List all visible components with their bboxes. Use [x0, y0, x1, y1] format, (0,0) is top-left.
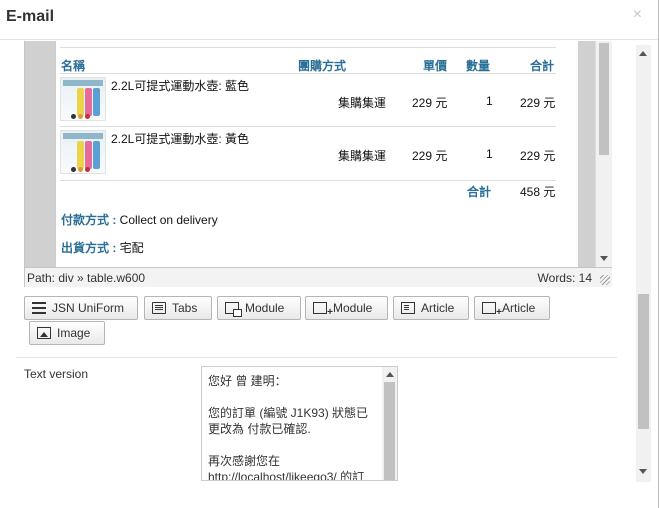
- button-label: JSN UniForm: [52, 301, 125, 315]
- divider: [60, 73, 556, 74]
- text-version-textarea[interactable]: 您好 曾 建明： 您的訂單 (編號 J1K93) 狀態已更改為 付款已確認. 再…: [201, 366, 398, 481]
- item-total: 229 元: [520, 96, 556, 110]
- button-label: Article: [421, 301, 455, 315]
- text-version-label: Text version: [24, 367, 89, 381]
- image-button[interactable]: Image: [29, 321, 105, 345]
- header-shipping: 團購方式: [298, 59, 347, 73]
- image-icon: [37, 327, 51, 339]
- list-icon: [32, 302, 46, 314]
- textarea-scrollbar[interactable]: [382, 367, 397, 480]
- rich-text-editor[interactable]: 名稱 團購方式 單價 數量 合計 2.2L可提式運動水壺: 藍色 集購集運 22…: [24, 41, 612, 287]
- editor-frame: 名稱 團購方式 單價 數量 合計 2.2L可提式運動水壺: 藍色 集購集運 22…: [25, 41, 595, 267]
- product-thumbnail: [60, 130, 106, 174]
- word-count: Words: 14: [537, 271, 592, 285]
- scrollbar-thumb[interactable]: [384, 382, 395, 480]
- product-thumbnail: [60, 77, 106, 121]
- text-version-content[interactable]: 您好 曾 建明： 您的訂單 (編號 J1K93) 狀態已更改為 付款已確認. 再…: [208, 373, 378, 480]
- item-price: 229 元: [412, 149, 448, 163]
- header-qty: 數量: [466, 59, 491, 73]
- delivery-value: 宅配: [116, 241, 144, 255]
- add-module-icon: [313, 302, 333, 318]
- button-label: Module: [245, 301, 285, 315]
- jsn-uniform-button[interactable]: JSN UniForm: [24, 296, 138, 320]
- delivery-method: 出貨方式 : 宅配: [61, 239, 144, 256]
- scrollbar-thumb[interactable]: [638, 294, 649, 429]
- modal-body: 名稱 團購方式 單價 數量 合計 2.2L可提式運動水壺: 藍色 集購集運 22…: [0, 41, 636, 481]
- article-icon: [401, 302, 415, 314]
- modal-title: E-mail: [6, 8, 55, 25]
- delivery-label: 出貨方式 :: [61, 241, 117, 255]
- add-module-button[interactable]: Module: [305, 296, 388, 320]
- scroll-down-arrow-icon[interactable]: [639, 469, 647, 474]
- divider: [60, 126, 556, 127]
- scrollbar-thumb[interactable]: [599, 43, 609, 155]
- article-button[interactable]: Article: [393, 296, 469, 320]
- email-modal: E-mail × 名稱 團購方式 單價 數量 合計 2.2L可提式運動水壺: 藍…: [0, 0, 659, 508]
- item-qty: 1: [486, 147, 493, 161]
- button-label: Module: [333, 301, 373, 315]
- header-name: 名稱: [61, 59, 86, 73]
- scroll-up-arrow-icon[interactable]: [386, 372, 394, 377]
- scroll-up-arrow-icon[interactable]: [639, 51, 647, 56]
- divider: [16, 357, 617, 358]
- item-qty: 1: [486, 94, 493, 108]
- tabs-button[interactable]: Tabs: [144, 296, 212, 320]
- element-path[interactable]: Path: div » table.w600: [27, 271, 145, 285]
- item-total: 229 元: [520, 149, 556, 163]
- editor-status-bar: Path: div » table.w600 Words: 14: [25, 267, 612, 287]
- module-button[interactable]: Module: [217, 296, 301, 320]
- item-price: 229 元: [412, 96, 448, 110]
- button-label: Article: [502, 301, 536, 315]
- payment-value: Collect on delivery: [116, 213, 218, 227]
- sum-value: 458 元: [520, 185, 556, 199]
- payment-label: 付款方式 :: [61, 213, 117, 227]
- modal-scrollbar[interactable]: [636, 45, 651, 482]
- add-article-icon: [482, 302, 502, 318]
- item-shipping: 集購集運: [338, 149, 387, 163]
- item-name: 2.2L可提式運動水壺: 藍色: [111, 79, 250, 93]
- divider: [60, 180, 556, 181]
- divider: [60, 47, 556, 48]
- button-label: Tabs: [172, 301, 198, 315]
- button-label: Image: [57, 326, 91, 340]
- add-article-button[interactable]: Article: [474, 296, 550, 320]
- resize-grip-icon[interactable]: [600, 275, 610, 285]
- sum-label: 合計: [467, 185, 492, 199]
- item-shipping: 集購集運: [338, 96, 387, 110]
- editor-scrollbar[interactable]: [595, 41, 612, 267]
- editor-content[interactable]: 名稱 團購方式 單價 數量 合計 2.2L可提式運動水壺: 藍色 集購集運 22…: [55, 41, 578, 267]
- payment-method: 付款方式 : Collect on delivery: [61, 211, 218, 228]
- scroll-down-arrow-icon[interactable]: [600, 256, 608, 261]
- module-icon: [225, 302, 242, 317]
- header-total: 合計: [530, 59, 555, 73]
- close-icon[interactable]: ×: [633, 6, 642, 24]
- tabs-icon: [152, 302, 166, 314]
- item-name: 2.2L可提式運動水壺: 黃色: [111, 132, 250, 146]
- modal-header: E-mail ×: [0, 0, 658, 40]
- header-price: 單價: [423, 59, 448, 73]
